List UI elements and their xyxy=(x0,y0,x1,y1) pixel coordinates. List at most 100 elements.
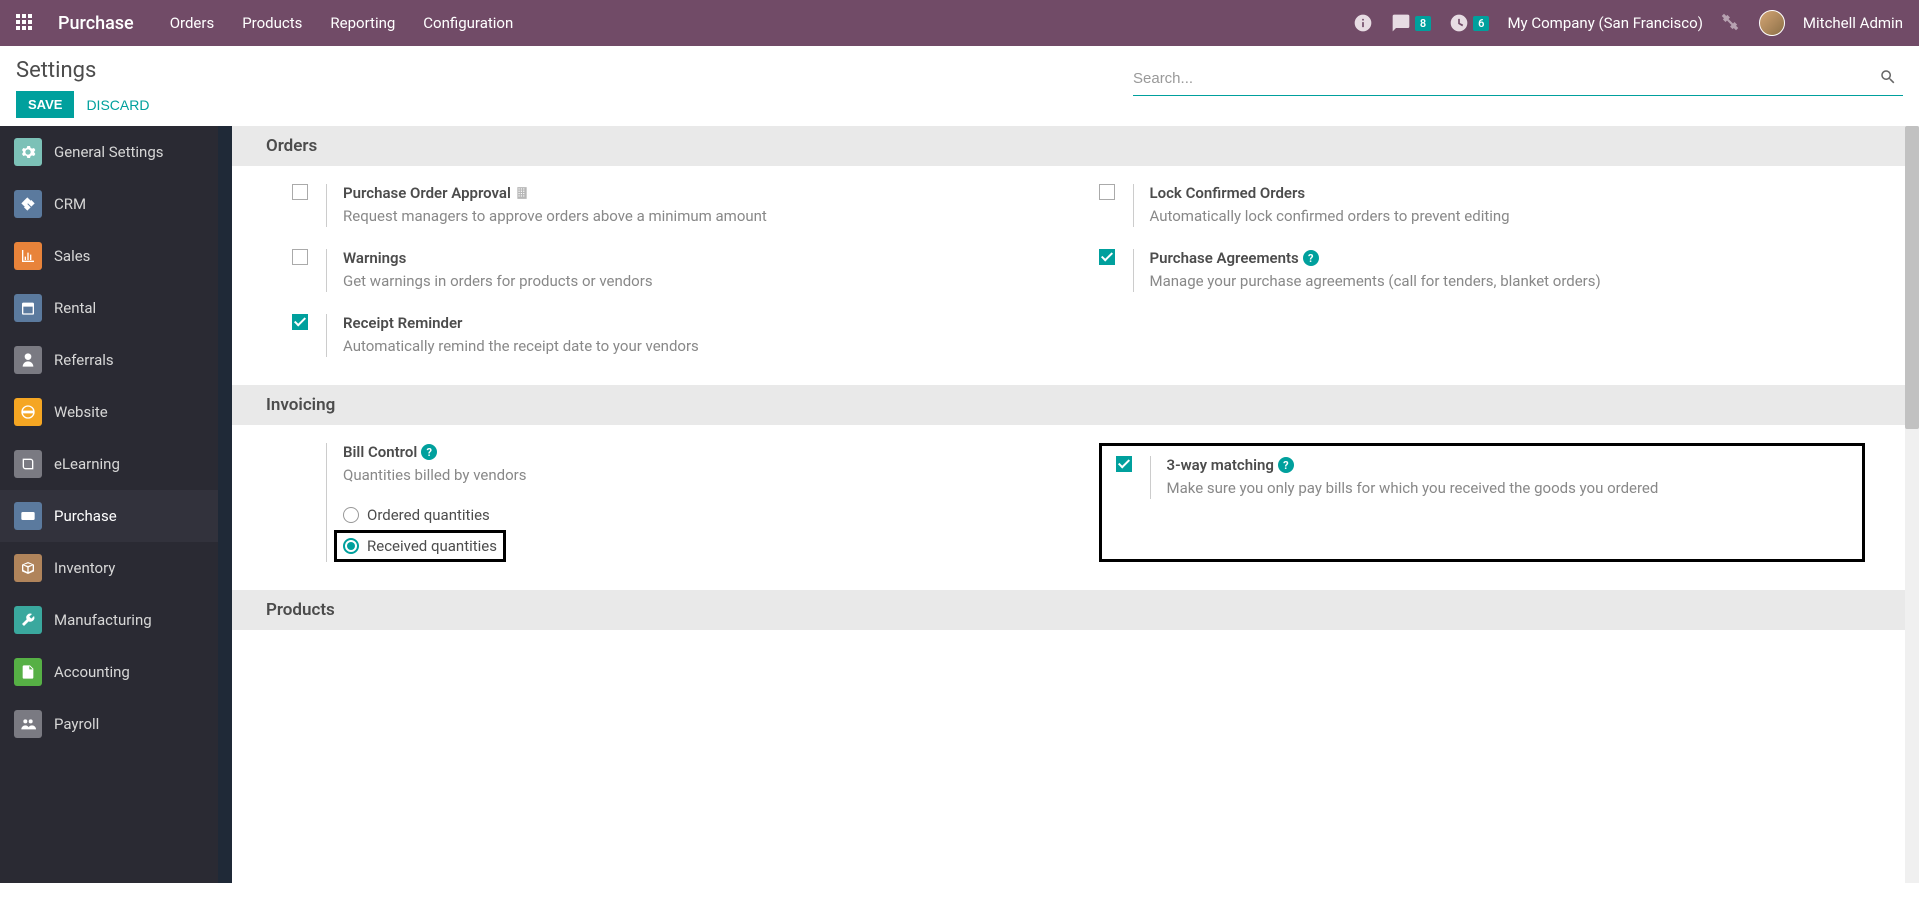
user-avatar[interactable] xyxy=(1759,10,1785,36)
menu-configuration[interactable]: Configuration xyxy=(423,14,513,32)
setting-warnings: Warnings Get warnings in orders for prod… xyxy=(292,249,1059,292)
page-title: Settings xyxy=(16,58,149,83)
activities-badge: 6 xyxy=(1473,16,1489,31)
sidebar-item-general-settings[interactable]: General Settings xyxy=(0,126,218,178)
setting-desc: Make sure you only pay bills for which y… xyxy=(1167,478,1659,499)
sidebar-item-purchase[interactable]: Purchase xyxy=(0,490,218,542)
settings-main: Orders Purchase Order Approval Request m… xyxy=(232,126,1919,883)
sidebar-item-label: Rental xyxy=(54,299,96,317)
checkbox-lock-confirmed[interactable] xyxy=(1099,184,1115,200)
setting-desc: Automatically remind the receipt date to… xyxy=(343,336,699,357)
setting-desc: Request managers to approve orders above… xyxy=(343,206,767,227)
sidebar-item-accounting[interactable]: Accounting xyxy=(0,646,218,698)
book-icon xyxy=(14,450,42,478)
help-icon[interactable]: ? xyxy=(1278,457,1294,473)
help-icon[interactable]: ? xyxy=(421,444,437,460)
sidebar-item-label: Payroll xyxy=(54,715,99,733)
radio-label: Ordered quantities xyxy=(367,506,490,524)
user-name[interactable]: Mitchell Admin xyxy=(1803,14,1903,32)
setting-title: Purchase Order Approval xyxy=(343,184,511,202)
sidebar-item-elearning[interactable]: eLearning xyxy=(0,438,218,490)
sidebar-item-payroll[interactable]: Payroll xyxy=(0,698,218,750)
sidebar-item-label: Sales xyxy=(54,247,90,265)
setting-title: Receipt Reminder xyxy=(343,314,699,332)
setting-desc: Automatically lock confirmed orders to p… xyxy=(1150,206,1510,227)
setting-3way-matching: 3-way matching? Make sure you only pay b… xyxy=(1116,456,1849,499)
search-button[interactable] xyxy=(1873,68,1903,89)
people-icon xyxy=(14,710,42,738)
sidebar-item-website[interactable]: Website xyxy=(0,386,218,438)
sidebar-item-crm[interactable]: CRM xyxy=(0,178,218,230)
setting-title: Purchase Agreements xyxy=(1150,249,1299,267)
debug-icon[interactable] xyxy=(1721,13,1741,33)
chart-icon xyxy=(14,242,42,270)
sidebar-item-label: Inventory xyxy=(54,559,115,577)
section-header-products: Products xyxy=(232,590,1905,630)
gear-icon xyxy=(14,138,42,166)
main-scrollbar[interactable] xyxy=(1905,126,1919,883)
discard-button[interactable]: DISCARD xyxy=(86,97,149,113)
handshake-icon xyxy=(14,190,42,218)
sidebar-item-label: General Settings xyxy=(54,143,164,161)
messages-button[interactable]: 8 xyxy=(1391,13,1431,33)
radio-ordered-quantities[interactable]: Ordered quantities xyxy=(343,502,526,528)
app-brand[interactable]: Purchase xyxy=(58,13,134,34)
setting-desc: Manage your purchase agreements (call fo… xyxy=(1150,271,1601,292)
company-selector[interactable]: My Company (San Francisco) xyxy=(1507,14,1702,32)
checkbox-agreements[interactable] xyxy=(1099,249,1115,265)
activities-button[interactable]: 6 xyxy=(1449,13,1489,33)
menu-orders[interactable]: Orders xyxy=(170,14,215,32)
apps-menu-icon[interactable] xyxy=(16,14,34,32)
top-navbar: Purchase Orders Products Reporting Confi… xyxy=(0,0,1919,46)
search-input[interactable] xyxy=(1133,66,1873,91)
radio-icon xyxy=(343,507,359,523)
setting-lock-confirmed: Lock Confirmed Orders Automatically lock… xyxy=(1099,184,1866,227)
radio-received-quantities[interactable]: Received quantities xyxy=(343,535,497,557)
sidebar-item-label: Manufacturing xyxy=(54,611,152,629)
sidebar-item-label: CRM xyxy=(54,195,86,213)
setting-desc: Get warnings in orders for products or v… xyxy=(343,271,653,292)
sidebar-item-label: Accounting xyxy=(54,663,130,681)
radio-received-quantities-highlight: Received quantities xyxy=(334,530,506,562)
control-panel: Settings SAVE DISCARD xyxy=(0,46,1919,126)
setting-title: Warnings xyxy=(343,249,653,267)
sidebar-item-rental[interactable]: Rental xyxy=(0,282,218,334)
setting-title: 3-way matching xyxy=(1167,456,1274,474)
checkbox-po-approval[interactable] xyxy=(292,184,308,200)
setting-purchase-order-approval: Purchase Order Approval Request managers… xyxy=(292,184,1059,227)
section-header-orders: Orders xyxy=(232,126,1905,166)
sidebar-item-label: Referrals xyxy=(54,351,114,369)
checkbox-receipt-reminder[interactable] xyxy=(292,314,308,330)
clock-icon xyxy=(1449,13,1469,33)
help-icon[interactable]: ? xyxy=(1303,250,1319,266)
setting-purchase-agreements: Purchase Agreements? Manage your purchas… xyxy=(1099,249,1866,292)
setting-title: Bill Control xyxy=(343,443,417,461)
messages-badge: 8 xyxy=(1415,16,1431,31)
chat-icon xyxy=(1391,13,1411,33)
search-icon xyxy=(1879,68,1897,86)
save-button[interactable]: SAVE xyxy=(16,91,74,118)
settings-sidebar: General Settings CRM Sales Rental Referrals W… xyxy=(0,126,218,883)
checkbox-3way-matching[interactable] xyxy=(1116,456,1132,472)
sidebar-item-label: eLearning xyxy=(54,455,120,473)
wrench-icon xyxy=(14,606,42,634)
main-menu: Orders Products Reporting Configuration xyxy=(170,14,514,32)
box-icon xyxy=(14,554,42,582)
globe-icon xyxy=(14,398,42,426)
setting-3way-matching-highlight: 3-way matching? Make sure you only pay b… xyxy=(1099,443,1866,562)
setting-bill-control: Bill Control? Quantities billed by vendo… xyxy=(292,443,1059,562)
sidebar-item-manufacturing[interactable]: Manufacturing xyxy=(0,594,218,646)
sidebar-item-label: Purchase xyxy=(54,507,117,525)
card-icon xyxy=(14,502,42,530)
sidebar-item-referrals[interactable]: Referrals xyxy=(0,334,218,386)
radio-icon xyxy=(343,538,359,554)
support-icon[interactable] xyxy=(1353,13,1373,33)
menu-products[interactable]: Products xyxy=(242,14,302,32)
sidebar-item-inventory[interactable]: Inventory xyxy=(0,542,218,594)
sidebar-item-sales[interactable]: Sales xyxy=(0,230,218,282)
setting-receipt-reminder: Receipt Reminder Automatically remind th… xyxy=(292,314,1059,357)
menu-reporting[interactable]: Reporting xyxy=(330,14,395,32)
calendar-icon xyxy=(14,294,42,322)
checkbox-warnings[interactable] xyxy=(292,249,308,265)
doc-icon xyxy=(14,658,42,686)
